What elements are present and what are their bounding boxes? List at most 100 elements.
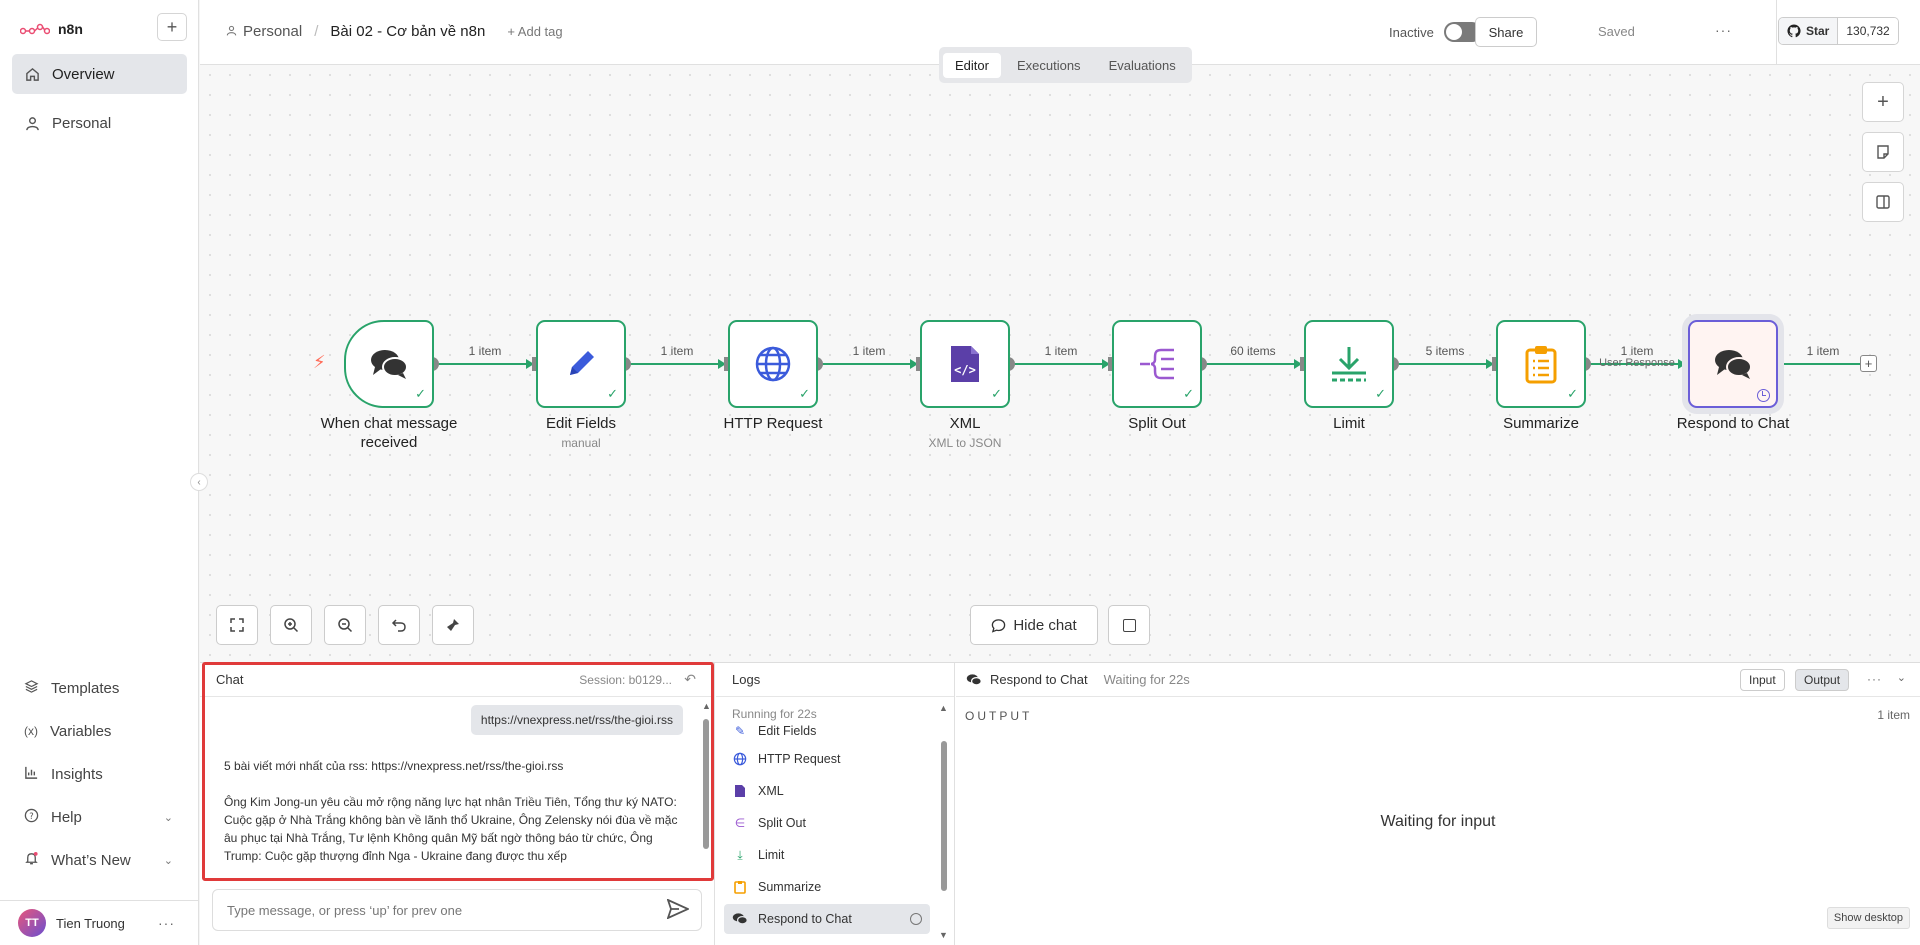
- chat-input[interactable]: Type message, or press ‘up’ for prev one: [212, 889, 702, 931]
- tab-evaluations[interactable]: Evaluations: [1097, 53, 1188, 78]
- sidebar-item-overview[interactable]: Overview: [12, 54, 187, 94]
- sidebar-item-label: Templates: [51, 679, 120, 697]
- input-toggle-button[interactable]: Input: [1740, 669, 1785, 691]
- log-item[interactable]: ⤓ Limit: [724, 840, 930, 870]
- more-icon[interactable]: ···: [1867, 672, 1882, 686]
- github-star-count: 130,732: [1838, 18, 1898, 44]
- node-edit-fields[interactable]: ✓: [536, 320, 626, 408]
- log-item[interactable]: ✎ Edit Fields: [724, 723, 930, 746]
- node-label: Limit: [1333, 415, 1365, 432]
- sidebar-item-label: Help: [51, 808, 82, 826]
- node-split-out[interactable]: ✓: [1112, 320, 1202, 408]
- logs-scrollbar[interactable]: ▲ ▼: [939, 701, 949, 941]
- chat-icon: [732, 911, 748, 927]
- broom-icon: [447, 619, 459, 631]
- hide-chat-button[interactable]: Hide chat: [970, 605, 1098, 645]
- globe-icon: [755, 346, 791, 382]
- more-icon[interactable]: ···: [158, 915, 175, 931]
- edge-label: 1 item: [660, 344, 694, 358]
- edge-label-user-response: User Response: [1599, 357, 1675, 369]
- bottom-panel: Chat Session: b0129... ↶ https://vnexpre…: [200, 662, 1920, 945]
- tab-executions[interactable]: Executions: [1005, 53, 1093, 78]
- chevron-down-icon: ⌄: [163, 854, 173, 867]
- output-label: OUTPUT: [965, 709, 1033, 723]
- send-icon[interactable]: [666, 898, 704, 922]
- github-star-label: Star: [1806, 24, 1830, 38]
- toggle-panel-button[interactable]: [1862, 182, 1904, 222]
- node-http-request[interactable]: ✓: [728, 320, 818, 408]
- sidebar-item-label: Overview: [52, 65, 115, 83]
- home-icon: [24, 66, 40, 82]
- sidebar-item-templates[interactable]: Templates: [12, 671, 187, 705]
- github-star-button[interactable]: Star 130,732: [1778, 17, 1899, 45]
- clipboard-icon: [1525, 346, 1557, 384]
- collapse-sidebar-button[interactable]: ‹: [190, 473, 208, 491]
- edge-label: 1 item: [468, 344, 502, 358]
- breadcrumb: Personal / Bài 02 - Cơ bản về n8n + Add …: [226, 23, 563, 40]
- new-button[interactable]: +: [157, 13, 187, 41]
- sidebar-item-insights[interactable]: Insights: [12, 757, 187, 791]
- node-summarize[interactable]: ✓: [1496, 320, 1586, 408]
- log-item[interactable]: XML: [724, 776, 930, 806]
- zoom-in-button[interactable]: [270, 605, 312, 645]
- sidebar-item-help[interactable]: ? Help ⌄: [12, 800, 187, 834]
- add-next-node-button[interactable]: +: [1860, 355, 1877, 372]
- fit-view-button[interactable]: [216, 605, 258, 645]
- node-xml[interactable]: </> ✓: [920, 320, 1010, 408]
- scroll-up-icon[interactable]: ▲: [702, 701, 711, 711]
- reset-zoom-button[interactable]: [378, 605, 420, 645]
- sticky-note-button[interactable]: [1862, 132, 1904, 172]
- edge-label: 1 item: [1806, 344, 1840, 358]
- globe-icon: [732, 751, 748, 767]
- more-icon[interactable]: ···: [1715, 22, 1732, 38]
- chat-scrollbar[interactable]: ▲: [702, 701, 711, 881]
- log-item[interactable]: Summarize: [724, 872, 930, 902]
- plus-icon: +: [1864, 356, 1873, 371]
- sidebar-item-label: Variables: [50, 722, 112, 740]
- user-menu[interactable]: TT Tien Truong ···: [0, 900, 199, 945]
- add-tag-button[interactable]: + Add tag: [507, 24, 562, 39]
- chevron-down-icon: ⌄: [163, 811, 173, 824]
- log-item-active[interactable]: Respond to Chat: [724, 904, 930, 934]
- tab-editor[interactable]: Editor: [943, 52, 1001, 78]
- node-label: XML: [949, 415, 981, 432]
- output-toggle-button[interactable]: Output: [1795, 669, 1850, 691]
- output-empty-message: Waiting for input: [1380, 813, 1496, 830]
- sidebar-item-variables[interactable]: (x) Variables: [12, 714, 187, 748]
- node-chat-trigger[interactable]: ✓: [344, 320, 434, 408]
- share-button[interactable]: Share: [1475, 17, 1537, 47]
- reset-session-icon[interactable]: ↶: [684, 671, 696, 688]
- view-tabs: Editor Executions Evaluations: [939, 47, 1192, 83]
- workflow-name[interactable]: Bài 02 - Cơ bản về n8n: [330, 23, 485, 40]
- split-icon: [1140, 348, 1174, 380]
- sidebar-item-label: Insights: [51, 765, 103, 783]
- scroll-down-icon[interactable]: ▼: [939, 930, 948, 940]
- tidy-up-button[interactable]: [432, 605, 474, 645]
- chevron-down-icon[interactable]: ⌄: [1897, 671, 1906, 684]
- sidebar-item-label: What’s New: [51, 851, 131, 869]
- node-limit[interactable]: ✓: [1304, 320, 1394, 408]
- log-item[interactable]: HTTP Request: [724, 744, 930, 774]
- sidebar-item-personal[interactable]: Personal: [12, 103, 187, 143]
- zoom-out-button[interactable]: [324, 605, 366, 645]
- log-item[interactable]: ∈ Split Out: [724, 808, 930, 838]
- add-node-button[interactable]: +: [1862, 82, 1904, 122]
- logo[interactable]: n8n: [20, 18, 83, 40]
- variable-icon: (x): [24, 724, 38, 738]
- output-panel: Respond to Chat Waiting for 22s Input Ou…: [956, 663, 1920, 945]
- check-icon: ✓: [1183, 386, 1194, 401]
- logs-panel: Logs Running for 22s ✎ Edit Fields HTTP …: [716, 663, 955, 945]
- chat-icon: [371, 350, 408, 379]
- plus-icon: +: [1877, 90, 1889, 113]
- github-icon: [1787, 24, 1801, 38]
- breadcrumb-project[interactable]: Personal: [243, 23, 302, 40]
- check-icon: ✓: [1567, 386, 1578, 401]
- sidebar-item-whats-new[interactable]: What’s New ⌄: [12, 843, 187, 877]
- trigger-bolt-icon: ⚡: [313, 352, 326, 372]
- scroll-up-icon[interactable]: ▲: [939, 703, 948, 713]
- undo-icon: [391, 619, 406, 632]
- chat-icon: [1715, 350, 1752, 379]
- stop-button[interactable]: [1108, 605, 1150, 645]
- chevron-left-icon: ‹: [197, 476, 201, 488]
- node-respond-to-chat[interactable]: [1688, 320, 1778, 408]
